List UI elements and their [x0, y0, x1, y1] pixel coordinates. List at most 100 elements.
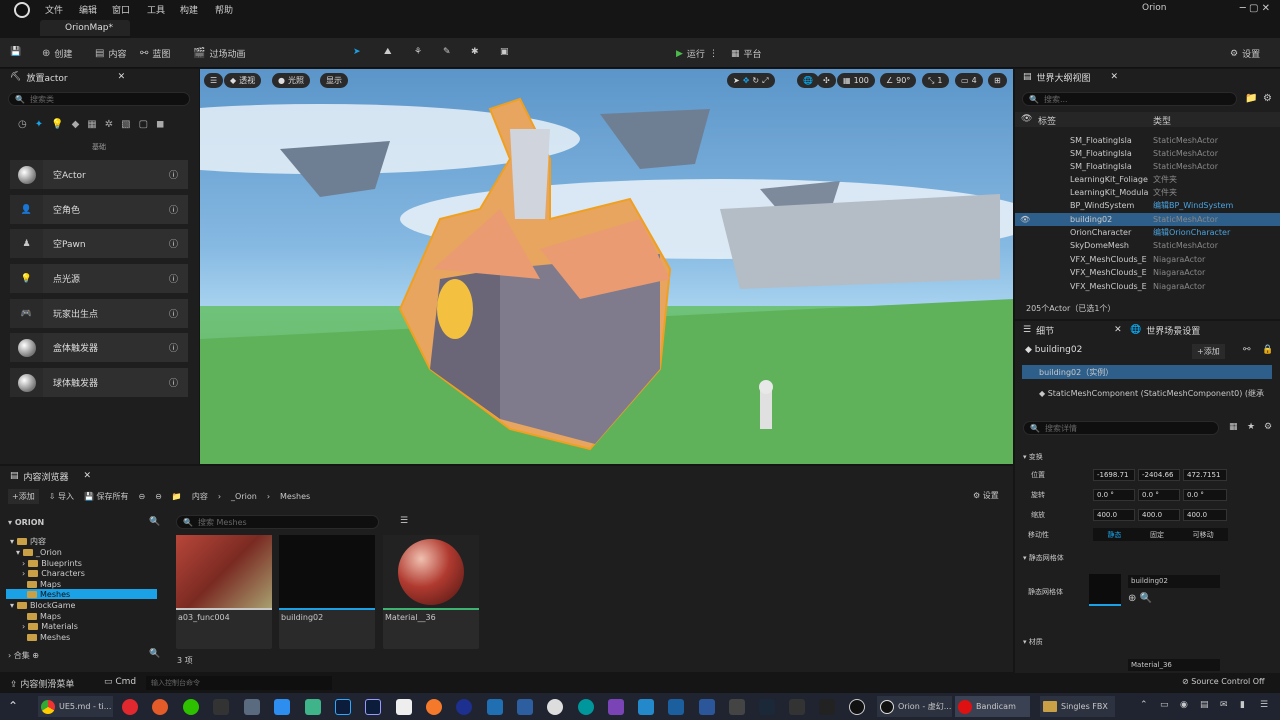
- collections-section[interactable]: › 合集 ⊕: [8, 650, 39, 661]
- rotation-x-field[interactable]: 0.0 °: [1093, 489, 1135, 501]
- geometry-icon[interactable]: ▧: [121, 119, 130, 130]
- word-icon[interactable]: [699, 699, 715, 715]
- inkscape-icon[interactable]: [396, 699, 412, 715]
- landscape-mode-icon[interactable]: ⛰: [384, 47, 392, 57]
- perspective-button[interactable]: ◆ 透视: [224, 73, 262, 88]
- recent-icon[interactable]: ◷: [18, 119, 27, 130]
- unreal-icon[interactable]: [849, 699, 865, 715]
- outliner-row[interactable]: SkyDomeMesh StaticMeshActor: [1015, 239, 1280, 252]
- tree-item[interactable]: › Characters: [22, 568, 85, 578]
- content-settings-button[interactable]: ⚙ 设置: [973, 490, 999, 501]
- location-z-field[interactable]: 472.7151: [1183, 469, 1227, 481]
- material-dropdown[interactable]: Material_36: [1128, 659, 1220, 671]
- tree-item[interactable]: Meshes: [27, 632, 70, 642]
- menu-file[interactable]: 文件: [45, 3, 63, 16]
- app-icon-2[interactable]: [668, 699, 684, 715]
- close-icon[interactable]: ✕: [84, 471, 92, 481]
- unreal-logo-icon[interactable]: [14, 2, 30, 18]
- place-item-sphere-trigger[interactable]: 球体触发器 ⓘ: [10, 368, 188, 397]
- layout-button[interactable]: ▭ 4: [955, 73, 983, 88]
- add-component-button[interactable]: +添加: [1192, 344, 1225, 359]
- outliner-row[interactable]: LearningKit_Modula 文件夹: [1015, 186, 1280, 199]
- menu-build[interactable]: 构建: [180, 3, 198, 16]
- tree-item[interactable]: › Blueprints: [22, 558, 82, 568]
- search-icon[interactable]: 🔍: [149, 649, 160, 659]
- asset-tile-building02[interactable]: building02: [279, 535, 375, 649]
- cinematic-icon[interactable]: ▦: [87, 119, 96, 130]
- location-y-field[interactable]: -2404.66: [1138, 469, 1180, 481]
- menu-help[interactable]: 帮助: [215, 3, 233, 16]
- battery-icon[interactable]: ▮: [1240, 700, 1245, 710]
- office-icon[interactable]: [152, 699, 168, 715]
- fracture-mode-icon[interactable]: ✱: [471, 47, 479, 57]
- place-item-player-start[interactable]: 🎮 玩家出生点 ⓘ: [10, 299, 188, 328]
- all-classes-icon[interactable]: ◼: [156, 119, 164, 130]
- window-controls[interactable]: ─ ▢ ✕: [1240, 3, 1270, 14]
- asset-search-input[interactable]: 🔍 搜索 Meshes: [176, 515, 379, 529]
- cinematics-button[interactable]: 🎬 过场动画: [193, 47, 245, 60]
- add-folder-icon[interactable]: 📁: [1245, 93, 1257, 104]
- table-icon[interactable]: ▦: [1229, 422, 1238, 432]
- world-space-icon[interactable]: 🌐: [797, 73, 819, 88]
- scale-y-field[interactable]: 400.0: [1138, 509, 1180, 521]
- asset-tile-a03-func004[interactable]: a03_func004: [176, 535, 272, 649]
- show-button[interactable]: 显示: [320, 73, 348, 88]
- app-icon[interactable]: [305, 699, 321, 715]
- location-x-field[interactable]: -1698.71: [1093, 469, 1135, 481]
- display-icon[interactable]: ▭: [1160, 700, 1169, 710]
- level-tab[interactable]: OrionMap*: [40, 20, 130, 36]
- maximize-icon[interactable]: ⊞: [988, 73, 1007, 88]
- tree-item[interactable]: Maps: [27, 611, 61, 621]
- breadcrumb-meshes[interactable]: Meshes: [280, 492, 310, 501]
- materials-section[interactable]: ▾ 材质: [1023, 637, 1043, 647]
- import-button[interactable]: ⇩ 导入: [49, 491, 74, 502]
- details-search-input[interactable]: 🔍 搜索详情: [1023, 421, 1219, 435]
- tree-item[interactable]: › Materials: [22, 621, 78, 631]
- notification-icon[interactable]: ☰: [1260, 700, 1268, 710]
- camera-icon[interactable]: [244, 699, 260, 715]
- rotation-z-field[interactable]: 0.0 °: [1183, 489, 1227, 501]
- volumes-icon[interactable]: ▢: [139, 119, 148, 130]
- transform-section[interactable]: ▾ 变换: [1023, 452, 1043, 462]
- place-item-empty-pawn[interactable]: ♟ 空Pawn ⓘ: [10, 229, 188, 258]
- network-icon[interactable]: ◉: [1180, 700, 1188, 710]
- modeling-mode-icon[interactable]: ▣: [500, 47, 509, 57]
- menu-tools[interactable]: 工具: [147, 3, 165, 16]
- col-label[interactable]: 标签: [1038, 114, 1056, 127]
- tree-item[interactable]: Maps: [27, 579, 61, 589]
- taskbar-chrome[interactable]: UE5.md - ti...: [38, 696, 113, 717]
- tree-item[interactable]: ▾ BlockGame: [10, 600, 75, 610]
- shapes-icon[interactable]: ◆: [72, 119, 80, 130]
- menu-window[interactable]: 窗口: [112, 3, 130, 16]
- lock-icon[interactable]: 🔒: [1262, 345, 1273, 355]
- taskbar-orion[interactable]: Orion - 虚幻...: [877, 696, 952, 717]
- run-button[interactable]: ▶ 运行 ⋮: [676, 47, 718, 61]
- scale-icon[interactable]: ⤢: [762, 76, 768, 86]
- chat-icon[interactable]: ✉: [1220, 700, 1228, 710]
- outliner-row-selected[interactable]: 👁 building02 StaticMeshActor: [1015, 213, 1280, 226]
- obs-icon[interactable]: [456, 699, 472, 715]
- rotation-label[interactable]: 旋转: [1031, 490, 1045, 500]
- camera-speed-button[interactable]: ⤡ 1: [922, 73, 949, 88]
- close-icon[interactable]: ✕: [1111, 72, 1119, 82]
- blender-icon[interactable]: [426, 699, 442, 715]
- row-type-link[interactable]: 编辑OrionCharacter: [1153, 227, 1230, 238]
- content-button[interactable]: ▤ 内容: [95, 47, 126, 60]
- content-browser-tab[interactable]: ▤ 内容浏览器 ✕: [10, 468, 91, 484]
- component-root-selected[interactable]: building02（实例）: [1022, 365, 1272, 379]
- scale-x-field[interactable]: 400.0: [1093, 509, 1135, 521]
- wechat-icon[interactable]: [183, 699, 199, 715]
- save-icon[interactable]: 💾: [10, 47, 21, 57]
- place-item-box-trigger[interactable]: 盒体触发器 ⓘ: [10, 333, 188, 362]
- eye-icon[interactable]: 👁: [1021, 114, 1032, 124]
- folder-tray-icon[interactable]: ▤: [1200, 700, 1209, 710]
- mesh-paint-icon[interactable]: ✎: [443, 47, 451, 57]
- transform-tools[interactable]: ➤ ✥ ↻ ⤢: [727, 73, 775, 88]
- static-mesh-component[interactable]: ◆ StaticMeshComponent (StaticMeshCompone…: [1039, 388, 1279, 399]
- tree-item-selected[interactable]: Meshes: [6, 589, 157, 599]
- surface-snap-icon[interactable]: ✣: [817, 73, 836, 88]
- eye-icon[interactable]: 👁: [1020, 215, 1030, 224]
- rotate-icon[interactable]: ↻: [752, 76, 759, 85]
- browse-icons[interactable]: ⊕ 🔍: [1128, 593, 1152, 604]
- netease-icon[interactable]: [122, 699, 138, 715]
